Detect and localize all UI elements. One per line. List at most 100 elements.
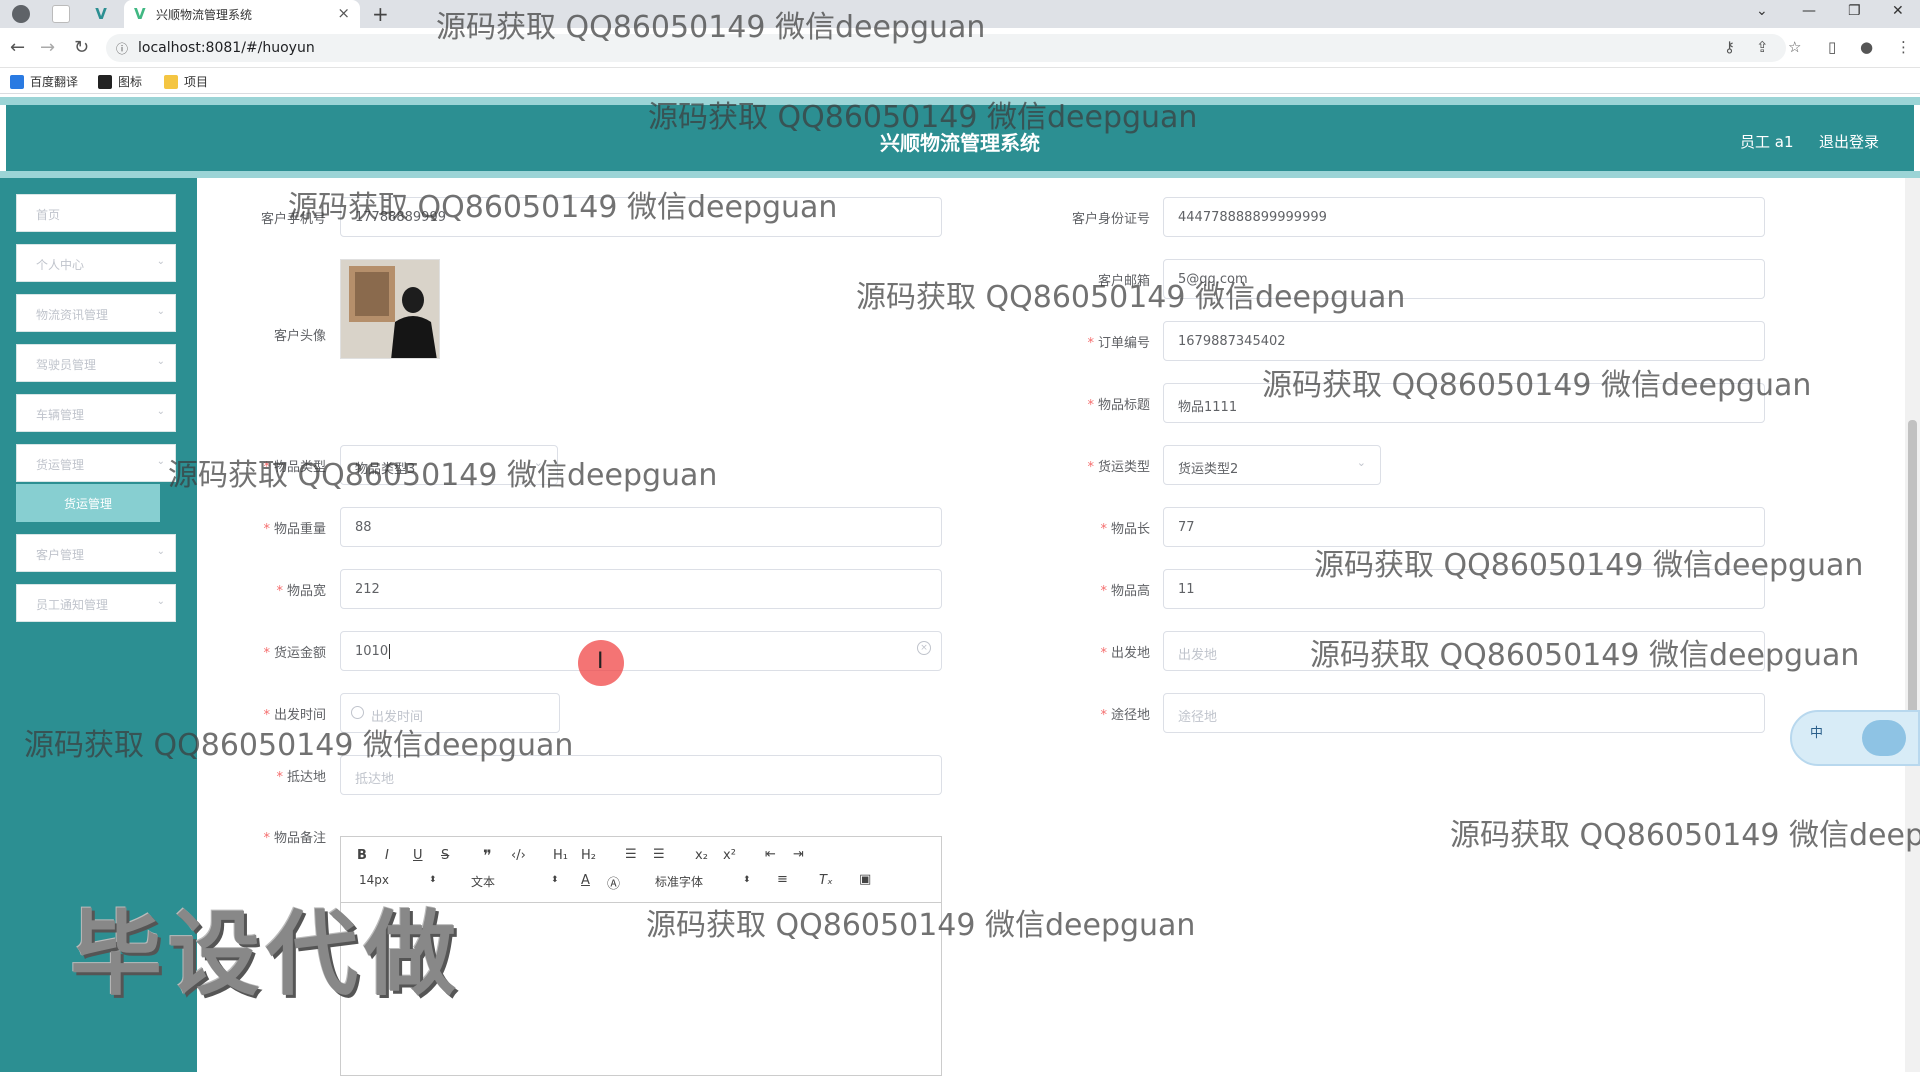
- heading2-icon[interactable]: H₂: [581, 848, 596, 863]
- superscript-icon[interactable]: x²: [723, 848, 736, 863]
- italic-icon[interactable]: I: [385, 848, 389, 863]
- watermark: 源码获取 QQ86050149 微信deepguan: [1314, 548, 1864, 583]
- chevron-down-icon: ⌄: [156, 406, 165, 417]
- bookmark-item[interactable]: 项目: [164, 73, 208, 90]
- sidebar-subitem-freight[interactable]: 货运管理: [16, 484, 160, 522]
- vue-favicon-icon: V: [134, 5, 146, 23]
- bold-icon[interactable]: B: [357, 848, 367, 863]
- side-panel-icon[interactable]: ▯: [1828, 38, 1836, 56]
- freight-type-select[interactable]: 货运类型2 ⌄: [1163, 445, 1381, 485]
- back-icon[interactable]: ←: [10, 37, 25, 58]
- order-no-label: * 订单编号: [1087, 336, 1150, 351]
- ordered-list-icon[interactable]: ☰: [625, 847, 637, 862]
- indent-icon[interactable]: ⇥: [793, 847, 804, 862]
- watermark: 源码获取 QQ86050149 微信deepguan: [646, 908, 1196, 943]
- image-icon: [98, 75, 112, 89]
- item-note-label: * 物品备注: [263, 831, 326, 846]
- paragraph-select[interactable]: 文本 ⬍: [471, 873, 561, 890]
- logout-link[interactable]: 退出登录: [1819, 131, 1879, 152]
- background-color-icon[interactable]: Ⓐ: [607, 873, 620, 892]
- bookmarks-bar: 百度翻译 图标 项目: [0, 68, 1920, 94]
- chevron-down-icon: ⌄: [156, 356, 165, 367]
- chevron-down-icon: ⌄: [156, 596, 165, 607]
- subscript-icon[interactable]: x₂: [695, 848, 708, 863]
- item-height-label: * 物品高: [1100, 584, 1150, 599]
- bookmark-star-icon[interactable]: ☆: [1788, 38, 1801, 56]
- via-input[interactable]: 途径地: [1163, 693, 1765, 733]
- tab-close-icon[interactable]: ×: [337, 4, 350, 22]
- departure-label: * 出发地: [1100, 646, 1150, 661]
- header-bottom-strip: [0, 171, 1920, 178]
- code-icon[interactable]: ‹/›: [511, 848, 526, 863]
- watermark: 源码获取 QQ86050149 微信deepguan: [436, 10, 986, 45]
- bookmark-item[interactable]: 图标: [98, 73, 142, 90]
- strikethrough-icon[interactable]: S: [441, 848, 449, 863]
- watermark: 源码获取 QQ86050149 微信deepguan: [1310, 638, 1860, 673]
- bookmark-item[interactable]: 百度翻译: [10, 73, 78, 90]
- profile-icon[interactable]: ●: [1860, 38, 1873, 56]
- forward-icon[interactable]: →: [40, 37, 55, 58]
- tab-search-icon[interactable]: ⌄: [1756, 3, 1768, 19]
- restore-icon[interactable]: ❐: [1848, 3, 1861, 19]
- active-browser-tab[interactable]: V 兴顺物流管理系统 ×: [124, 0, 360, 28]
- item-weight-label: * 物品重量: [263, 522, 326, 537]
- watermark: 源码获取 QQ86050149 微信deepguan: [24, 728, 574, 763]
- reload-icon[interactable]: ↻: [74, 37, 89, 58]
- current-user: 员工 a1: [1740, 133, 1794, 151]
- sidebar-item-staff-notices[interactable]: 员工通知管理 ⌄: [16, 584, 176, 622]
- item-width-input[interactable]: 212: [340, 569, 942, 609]
- customer-avatar-label: 客户头像: [273, 329, 326, 344]
- customer-avatar-image: [340, 259, 440, 359]
- folder-icon: [164, 75, 178, 89]
- translate-icon: [10, 75, 24, 89]
- bullet-list-icon[interactable]: ☰: [653, 847, 665, 862]
- vue-tab-icon[interactable]: V: [92, 5, 110, 23]
- browser-tab-favicon[interactable]: [52, 5, 70, 23]
- sidebar-item-home[interactable]: 首页: [16, 194, 176, 232]
- font-family-select[interactable]: 标准字体 ⬍: [655, 873, 755, 890]
- item-weight-input[interactable]: 88: [340, 507, 942, 547]
- new-tab-button[interactable]: +: [372, 2, 389, 26]
- ime-floating-widget[interactable]: 中: [1790, 710, 1920, 766]
- sidebar-item-personal-center[interactable]: 个人中心 ⌄: [16, 244, 176, 282]
- key-icon[interactable]: ⚷: [1724, 38, 1735, 56]
- freight-amount-input[interactable]: 1010 ×: [340, 631, 942, 671]
- minimize-icon[interactable]: —: [1802, 3, 1816, 19]
- select-arrows-icon: ⬍: [551, 875, 559, 885]
- align-icon[interactable]: ≡: [777, 872, 788, 887]
- clear-format-icon[interactable]: Tₓ: [819, 873, 833, 888]
- site-info-icon[interactable]: ⓘ: [116, 40, 128, 57]
- close-window-icon[interactable]: ✕: [1892, 3, 1904, 19]
- watermark: 源码获取 QQ86050149 微信deepguan: [1262, 368, 1812, 403]
- insert-image-icon[interactable]: ▣: [859, 872, 871, 887]
- sidebar-item-logistics-news[interactable]: 物流资讯管理 ⌄: [16, 294, 176, 332]
- freight-type-label: * 货运类型: [1087, 460, 1150, 475]
- menu-icon[interactable]: ⋮: [1896, 38, 1911, 56]
- chevron-down-icon: ⌄: [156, 546, 165, 557]
- watermark: 源码获取 QQ86050149 微信deepguan: [648, 100, 1198, 135]
- item-width-label: * 物品宽: [276, 584, 326, 599]
- browser-tab-favicon[interactable]: [12, 5, 30, 23]
- order-no-input[interactable]: 1679887345402: [1163, 321, 1765, 361]
- font-color-icon[interactable]: A: [581, 873, 590, 888]
- sidebar-item-drivers[interactable]: 驾驶员管理 ⌄: [16, 344, 176, 382]
- share-icon[interactable]: ⇪: [1756, 38, 1769, 56]
- chevron-down-icon: ⌄: [156, 306, 165, 317]
- sidebar-item-vehicles[interactable]: 车辆管理 ⌄: [16, 394, 176, 432]
- via-label: * 途径地: [1100, 708, 1150, 723]
- scrollbar-thumb[interactable]: [1908, 420, 1917, 720]
- customer-id-label: 客户身份证号: [1071, 212, 1150, 227]
- clear-input-icon[interactable]: ×: [917, 641, 931, 655]
- sidebar-item-customers[interactable]: 客户管理 ⌄: [16, 534, 176, 572]
- select-arrows-icon: ⬍: [743, 875, 751, 885]
- text-caret: [389, 644, 391, 659]
- underline-icon[interactable]: U: [413, 848, 423, 863]
- heading1-icon[interactable]: H₁: [553, 848, 568, 863]
- sidebar-item-freight[interactable]: 货运管理 ⌄: [16, 444, 176, 482]
- chevron-down-icon: ⌄: [1356, 456, 1366, 469]
- customer-id-input[interactable]: 444778888899999999: [1163, 197, 1765, 237]
- outdent-icon[interactable]: ⇤: [765, 847, 776, 862]
- text-cursor-icon: I: [597, 649, 604, 674]
- blockquote-icon[interactable]: ❞: [483, 846, 492, 865]
- arrival-label: * 抵达地: [276, 770, 326, 785]
